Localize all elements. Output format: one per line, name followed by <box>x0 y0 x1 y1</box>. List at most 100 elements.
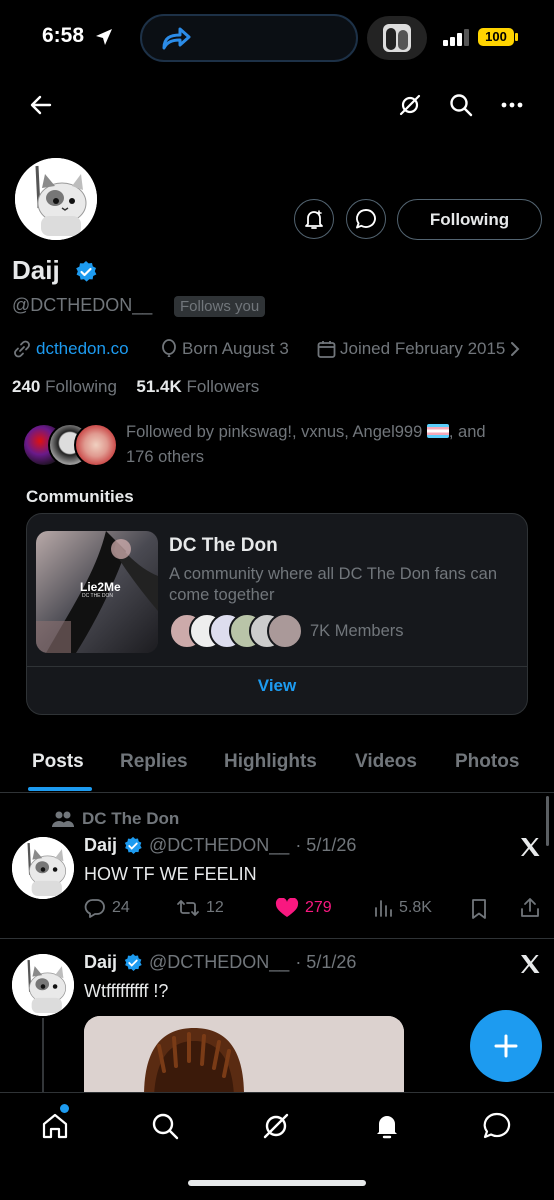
grok-icon <box>263 1113 289 1139</box>
display-name: Daij <box>12 255 60 285</box>
home-notification-dot <box>60 1104 69 1113</box>
post-text: HOW TF WE FEELIN <box>84 864 257 884</box>
nav-messages[interactable] <box>482 1111 516 1145</box>
reply-button[interactable]: 24 <box>84 898 130 918</box>
website-link[interactable]: dcthedon.co <box>36 339 129 359</box>
post-header: Daij @DCTHEDON__ · 5/1/26 <box>84 952 356 973</box>
share-button[interactable] <box>519 897 541 919</box>
bookmark-button[interactable] <box>470 898 488 920</box>
verified-badge-icon <box>124 836 142 854</box>
community-members: 7K Members <box>310 622 404 640</box>
profile-joined[interactable]: Joined February 2015 <box>317 339 521 359</box>
community-image-caption: Lie2Me <box>80 580 121 594</box>
share-icon <box>521 898 539 917</box>
community-member-avatars <box>169 613 303 651</box>
post-date: · 5/1/26 <box>295 952 357 972</box>
community-divider <box>27 666 527 667</box>
back-button[interactable] <box>26 90 56 120</box>
nav-grok[interactable] <box>261 1111 295 1145</box>
views-chart-icon <box>375 900 392 917</box>
post-avatar[interactable] <box>12 954 74 1016</box>
community-name: DC The Don <box>169 535 278 556</box>
post-author-handle[interactable]: @DCTHEDON__ <box>149 952 289 973</box>
post-media[interactable] <box>84 1016 404 1096</box>
cat-avatar-image <box>15 158 97 240</box>
tab-posts[interactable]: Posts <box>32 751 84 773</box>
nav-home[interactable] <box>40 1104 74 1145</box>
community-description: A community where all DC The Don fans ca… <box>169 565 498 604</box>
notifications-icon <box>377 1116 397 1139</box>
view-count: 5.8K <box>399 899 432 916</box>
profile-website[interactable]: dcthedon.co <box>12 339 129 359</box>
tab-videos[interactable]: Videos <box>355 751 417 773</box>
like-button[interactable]: 279 <box>275 898 332 918</box>
followed-by-avatars[interactable] <box>22 423 118 467</box>
heart-filled-icon <box>275 898 299 917</box>
post-avatar[interactable] <box>12 837 74 899</box>
post-author-handle[interactable]: @DCTHEDON__ <box>149 835 289 856</box>
profile-avatar[interactable] <box>12 155 100 243</box>
back-arrow-icon <box>30 95 52 115</box>
balloon-icon <box>162 339 176 357</box>
bookmark-icon <box>472 899 486 919</box>
post-divider <box>0 938 554 939</box>
chevron-right-icon <box>511 342 520 356</box>
status-time: 6:58 <box>42 24 85 47</box>
tab-photos[interactable]: Photos <box>455 751 519 773</box>
post-author-name[interactable]: Daij <box>84 952 117 973</box>
post-context[interactable]: DC The Don <box>52 809 179 829</box>
thread-line <box>42 1018 44 1092</box>
repost-count: 12 <box>206 899 224 916</box>
post-context-label: DC The Don <box>82 809 180 828</box>
nav-notifications[interactable] <box>372 1111 406 1145</box>
message-button[interactable] <box>346 199 386 239</box>
profile-handle: @DCTHEDON__ <box>12 295 153 315</box>
home-icon <box>42 1113 68 1139</box>
post-date: · 5/1/26 <box>295 835 357 855</box>
more-icon <box>501 102 523 108</box>
share-activity-pill[interactable] <box>140 14 358 62</box>
followed-by-text[interactable]: Followed by pinkswag!, vxnus, Angel999 ,… <box>126 420 536 470</box>
scrollbar[interactable] <box>546 796 549 846</box>
profile-birthday: Born August 3 <box>160 339 289 359</box>
post-header: Daij @DCTHEDON__ · 5/1/26 <box>84 835 356 856</box>
notify-button[interactable] <box>294 199 334 239</box>
community-view-button[interactable]: View <box>27 676 527 696</box>
tab-replies[interactable]: Replies <box>120 751 188 773</box>
community-people-icon <box>52 811 74 827</box>
live-activity-thumbnail[interactable] <box>367 16 427 60</box>
community-image-subcaption: DC THE DON <box>82 593 114 599</box>
following-count-link[interactable]: 240 Following <box>12 377 117 396</box>
link-icon <box>14 340 30 358</box>
tab-highlights[interactable]: Highlights <box>224 751 317 773</box>
repost-icon <box>177 900 199 916</box>
cat-avatar-image <box>12 954 74 1016</box>
follows-you-badge: Follows you <box>174 296 266 317</box>
cat-avatar-image <box>12 837 74 899</box>
location-arrow-icon <box>94 27 114 47</box>
search-button[interactable] <box>446 90 476 120</box>
repost-button[interactable]: 12 <box>176 898 224 918</box>
message-bubble-icon <box>356 209 376 229</box>
compose-post-button[interactable] <box>470 1010 542 1082</box>
search-icon <box>152 1113 179 1140</box>
plus-icon <box>494 1034 518 1058</box>
views-button[interactable]: 5.8K <box>373 898 432 918</box>
joined-text: Joined February 2015 <box>340 339 506 358</box>
trans-flag-icon <box>426 424 449 438</box>
communities-heading: Communities <box>26 487 134 506</box>
following-button[interactable]: Following <box>397 199 542 240</box>
calendar-icon <box>317 340 336 358</box>
x-logo-icon <box>519 953 541 975</box>
grok-icon <box>399 94 421 116</box>
home-indicator <box>188 1180 366 1186</box>
post-author-name[interactable]: Daij <box>84 835 117 856</box>
reply-icon <box>84 899 105 918</box>
more-button[interactable] <box>497 90 527 120</box>
like-count: 279 <box>305 899 332 916</box>
signal-icon <box>443 29 469 46</box>
tabs-divider <box>0 792 554 793</box>
followers-count-link[interactable]: 51.4K Followers <box>136 377 259 396</box>
grok-button[interactable] <box>395 90 425 120</box>
nav-search[interactable] <box>150 1111 184 1145</box>
